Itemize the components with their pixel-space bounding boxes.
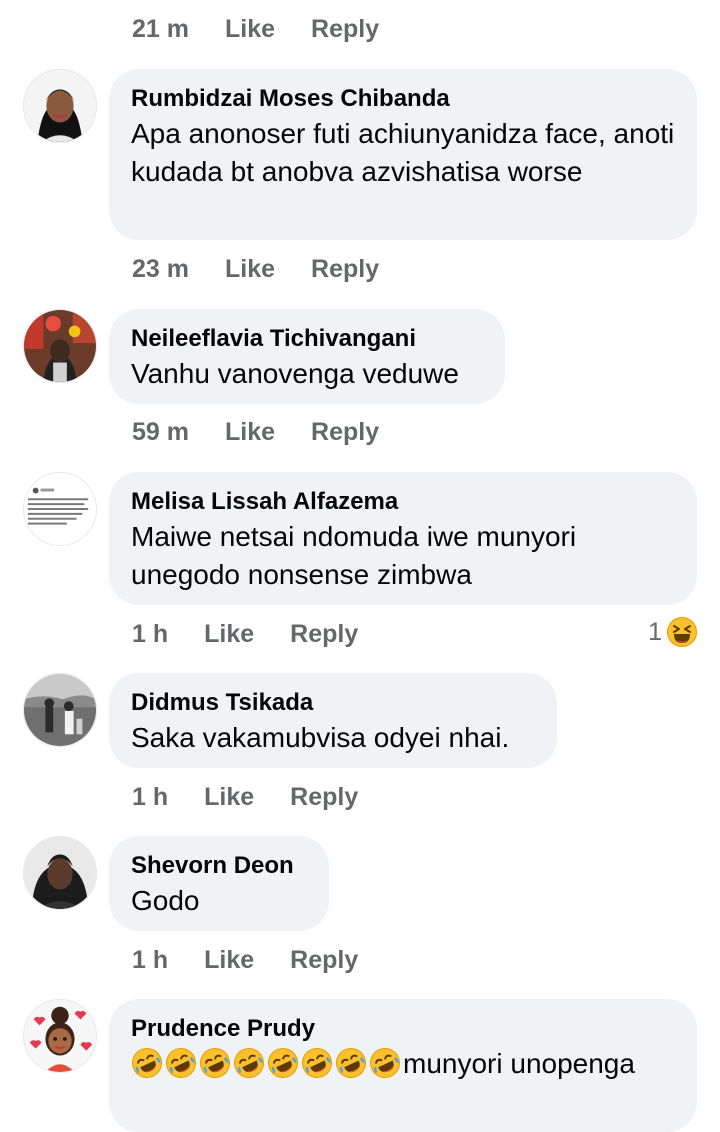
like-button[interactable]: Like [225,255,275,284]
comment-actions: 1 h Like Reply [132,777,358,817]
comment-text: Saka vakamubvisa odyei nhai. [131,722,510,753]
like-button[interactable]: Like [225,418,275,447]
reply-button[interactable]: Reply [290,620,358,649]
comment-thread: 21 m Like Reply Rumbidzai Moses Chibanda… [0,0,720,1132]
like-button[interactable]: Like [204,783,254,812]
avatar[interactable] [23,69,97,143]
rolling-on-floor-laughing-emoji-icon [233,1047,265,1079]
comment-bubble: Prudence Prudy munyori unopenga [109,999,697,1132]
reply-button[interactable]: Reply [311,255,379,284]
reaction-count: 1 [648,617,662,646]
emoji-prefix [131,1048,403,1079]
comment-actions: 59 m Like Reply [132,412,379,452]
comment-bubble: Rumbidzai Moses Chibanda Apa anonoser fu… [109,69,697,240]
commenter-name[interactable]: Prudence Prudy [131,1013,675,1045]
laughing-face-emoji-icon [666,616,698,648]
rolling-on-floor-laughing-emoji-icon [165,1047,197,1079]
comment-text: Maiwe netsai ndomuda iwe munyori unegodo… [131,521,577,590]
reaction-summary[interactable]: 1 [648,612,698,652]
avatar[interactable] [23,673,97,747]
comment-actions: 1 h Like Reply [132,614,358,654]
comment-timestamp[interactable]: 21 m [132,15,189,44]
like-button[interactable]: Like [225,15,275,44]
comment-bubble: Shevorn Deon Godo [109,836,329,931]
comment-timestamp[interactable]: 1 h [132,946,168,975]
comment-timestamp[interactable]: 59 m [132,418,189,447]
avatar[interactable] [23,309,97,383]
comment-actions: 1 h Like Reply [132,940,358,980]
comment-timestamp[interactable]: 23 m [132,255,189,284]
comment-text: munyori unopenga [131,1045,675,1083]
like-button[interactable]: Like [204,946,254,975]
reply-button[interactable]: Reply [311,418,379,447]
reply-button[interactable]: Reply [290,783,358,812]
comment-bubble: Didmus Tsikada Saka vakamubvisa odyei nh… [109,673,557,768]
avatar[interactable] [23,836,97,910]
rolling-on-floor-laughing-emoji-icon [369,1047,401,1079]
avatar[interactable] [23,472,97,546]
commenter-name[interactable]: Rumbidzai Moses Chibanda [131,83,675,115]
commenter-name[interactable]: Melisa Lissah Alfazema [131,486,675,518]
commenter-name[interactable]: Neileeflavia Tichivangani [131,323,483,355]
avatar[interactable] [23,999,97,1073]
rolling-on-floor-laughing-emoji-icon [199,1047,231,1079]
comment-timestamp[interactable]: 1 h [132,620,168,649]
reply-button[interactable]: Reply [290,946,358,975]
comment-text: Apa anonoser futi achiunyanidza face, an… [131,118,675,187]
comment-text: Vanhu vanovenga veduwe [131,358,459,389]
comment-bubble: Neileeflavia Tichivangani Vanhu vanoveng… [109,309,505,404]
rolling-on-floor-laughing-emoji-icon [131,1047,163,1079]
comment-text-content: munyori unopenga [403,1048,635,1079]
comment-actions: 23 m Like Reply [132,249,379,289]
rolling-on-floor-laughing-emoji-icon [301,1047,333,1079]
comment-actions-previous: 21 m Like Reply [132,9,379,49]
rolling-on-floor-laughing-emoji-icon [335,1047,367,1079]
comment-text: Godo [131,885,200,916]
commenter-name[interactable]: Shevorn Deon [131,850,307,882]
commenter-name[interactable]: Didmus Tsikada [131,687,535,719]
like-button[interactable]: Like [204,620,254,649]
comment-bubble: Melisa Lissah Alfazema Maiwe netsai ndom… [109,472,697,605]
comment-timestamp[interactable]: 1 h [132,783,168,812]
reply-button[interactable]: Reply [311,15,379,44]
rolling-on-floor-laughing-emoji-icon [267,1047,299,1079]
